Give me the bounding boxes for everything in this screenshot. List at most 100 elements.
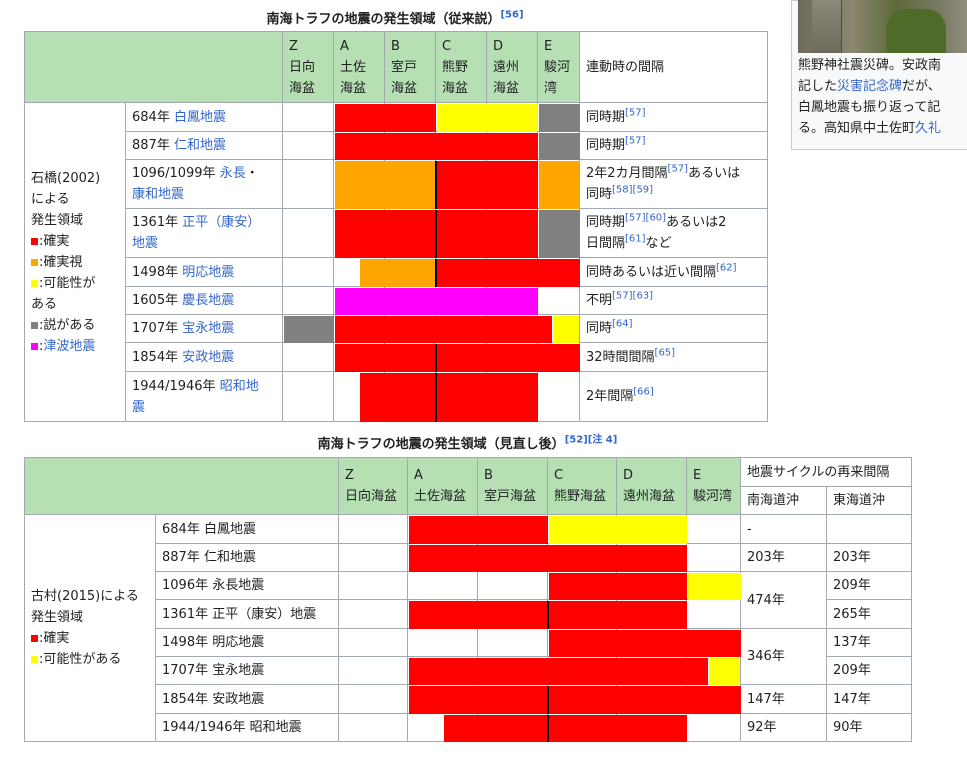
- t2-rupture-segment: [709, 657, 741, 685]
- t2-nankai-cell: -: [740, 514, 827, 544]
- t1-col-d: D 遠州 海盆: [486, 31, 538, 103]
- t1-col-b: B 室戸 海盆: [384, 31, 436, 103]
- t1-separate-rupture-divider: [434, 372, 437, 422]
- t2-rupture-segment: [687, 572, 741, 600]
- t1-col-c: C 熊野 海盆: [435, 31, 487, 103]
- swatch-red: [31, 635, 38, 642]
- monument-photo[interactable]: [798, 0, 967, 53]
- kowa-link[interactable]: 康和地震: [132, 187, 184, 202]
- hakuho-link[interactable]: 白鳳地震: [174, 110, 226, 125]
- t1-separate-rupture-divider: [434, 209, 437, 258]
- t2-tokai-cell: 137年: [825, 628, 913, 657]
- t2-cycle-header: 地震サイクルの再来間隔: [739, 457, 913, 487]
- ninna-link[interactable]: 仁和地震: [174, 138, 226, 153]
- t2-tokai-header: 東海道沖: [825, 486, 913, 515]
- t2-row: 1096年 永長地震 474年 209年: [25, 571, 913, 629]
- t1-rupture-segment: [436, 258, 580, 287]
- t1-event-cell: 1944/1946年 昭和地震: [125, 371, 283, 422]
- table2-caption: 南海トラフの地震の発生領域（見直し後）[52][注 4]: [317, 434, 618, 452]
- t1-rupture-segment: [538, 160, 580, 209]
- swatch-magenta: [31, 342, 38, 350]
- t1-rupture-segment: [436, 103, 538, 132]
- t1-interval-cell: 同時期[57]: [579, 131, 768, 160]
- t2-side-label: 古村(2015)による 発生領域 :確実 :可能性がある: [24, 514, 156, 742]
- t2-col-a: A 土佐海盆: [407, 457, 478, 515]
- t1-interval-cell: 32時間間隔[65]: [579, 342, 768, 372]
- t2-nankai-cell: 474年: [740, 571, 827, 629]
- t2-event-cell: 1944/1946年 昭和地震: [155, 713, 339, 742]
- t2-event-cell: 1096年 永長地震: [155, 571, 339, 600]
- t1-separate-rupture-divider: [434, 258, 437, 287]
- t2-row: 1498年 明応地震 346年 137年: [25, 628, 913, 685]
- legend-hypothesis: :説がある: [31, 315, 119, 336]
- t2-tokai-cell: 90年: [825, 713, 913, 742]
- t1-event-cell: 684年 白鳳地震: [125, 102, 283, 132]
- t1-rupture-segment: [283, 315, 334, 343]
- t2-col-z: Z 日向海盆: [338, 457, 408, 515]
- t2-tokai-cell: 147年: [825, 684, 913, 714]
- moss-shrub: [886, 9, 946, 53]
- t1-interval-cell: 不明[57][63]: [579, 286, 768, 315]
- disaster-monument-link[interactable]: 災害記念碑: [837, 79, 902, 94]
- t1-rupture-segment: [334, 160, 436, 209]
- t2-tokai-cell: 203年: [825, 543, 913, 572]
- kure-link[interactable]: 久礼: [915, 121, 941, 136]
- legend-near-certain: :確実視: [31, 252, 119, 273]
- eicho-link[interactable]: 永長: [220, 166, 246, 181]
- tsunami-earthquake-link[interactable]: 津波地震: [43, 339, 95, 354]
- keicho-link[interactable]: 慶長地震: [182, 293, 234, 308]
- t1-interval-header: 連動時の間隔: [579, 31, 768, 103]
- t1-side-label: 石橋(2002) による 発生領域 :確実 :確実視 :可能性が ある :説があ…: [24, 102, 126, 422]
- t2-rupture-segment: [443, 714, 687, 742]
- t1-rupture-segment: [334, 343, 580, 372]
- t1-col-e: E 駿河湾: [537, 31, 580, 103]
- t1-col-a: A 土佐 海盆: [333, 31, 385, 103]
- t2-tokai-cell: 265年: [825, 599, 913, 629]
- t2-col-c: C 熊野海盆: [547, 457, 617, 515]
- table1-caption-ref[interactable]: [56]: [500, 10, 523, 21]
- t1-separate-rupture-divider: [434, 160, 437, 209]
- showa-link[interactable]: 昭和地: [220, 379, 259, 394]
- t2-event-cell: 887年 仁和地震: [155, 543, 339, 572]
- t1-rupture-segment: [334, 132, 538, 160]
- t2-separate-rupture-divider: [546, 600, 549, 629]
- t2-nankai-header: 南海道沖: [740, 486, 827, 515]
- t1-interval-cell: 2年間隔[66]: [579, 371, 768, 422]
- caption-line-4: る。高知県中土佐町久礼: [798, 121, 942, 136]
- t1-event-cell: 1498年 明応地震: [125, 257, 283, 287]
- legend-certain: :確実: [31, 231, 119, 252]
- t2-tokai-cell: 209年: [825, 571, 913, 600]
- t2-separate-rupture-divider: [546, 714, 549, 742]
- table1-header-row: Z 日向 海盆 A 土佐 海盆 B 室戸 海盆 C 熊野 海盆 D 遠州 海盆 E 駿河湾 連動時の間…: [24, 31, 768, 103]
- table2-header-row-1: Z 日向海盆 A 土佐海盆 B 室戸海盆 C 熊野海盆 D 遠州海盆 E 駿河湾 地震サイク…: [24, 457, 913, 515]
- t2-col-e: E 駿河湾: [686, 457, 741, 515]
- thumbnail-caption: 熊野神社震災碑。安政南 記した災害記念碑だが、 白鳳地震も振り返って記 る。高知…: [798, 55, 967, 139]
- t2-rupture-segment: [408, 657, 709, 685]
- t1-rupture-segment: [360, 372, 538, 422]
- shohei-link[interactable]: 正平（康安）: [182, 215, 260, 230]
- legend-possible: :可能性がある: [31, 649, 149, 670]
- t1-rupture-segment: [538, 209, 580, 258]
- t1-event-cell: 1854年 安政地震: [125, 342, 283, 372]
- ansei-link[interactable]: 安政地震: [182, 350, 234, 365]
- t2-rupture-segment: [548, 515, 687, 544]
- t2-rupture-segment: [548, 629, 741, 657]
- swatch-yellow: [31, 279, 38, 287]
- swatch-yellow: [31, 656, 38, 663]
- t1-interval-cell: 2年2カ月間隔[57]あるいは 同時[58][59]: [579, 159, 768, 209]
- t2-rupture-segment: [408, 685, 741, 714]
- t1-event-cell: 1707年 宝永地震: [125, 314, 283, 343]
- t2-rupture-segment: [408, 544, 687, 572]
- hoei-link[interactable]: 宝永地震: [182, 321, 234, 336]
- meio-link[interactable]: 明応地震: [182, 265, 234, 280]
- swatch-orange: [31, 258, 38, 266]
- t1-col-z: Z 日向 海盆: [282, 31, 334, 103]
- t1-rupture-segment: [553, 315, 580, 343]
- table2-caption-ref[interactable]: [52][注 4]: [565, 435, 618, 446]
- t1-event-cell: 1096/1099年 永長・ 康和地震: [125, 159, 283, 209]
- t2-event-cell: 1707年 宝永地震: [155, 656, 339, 685]
- t1-rupture-segment: [360, 258, 436, 287]
- monument-stone: [812, 0, 842, 53]
- t2-event-cell: 1854年 安政地震: [155, 684, 339, 714]
- caption-line-3: 白鳳地震も振り返って記: [798, 100, 941, 115]
